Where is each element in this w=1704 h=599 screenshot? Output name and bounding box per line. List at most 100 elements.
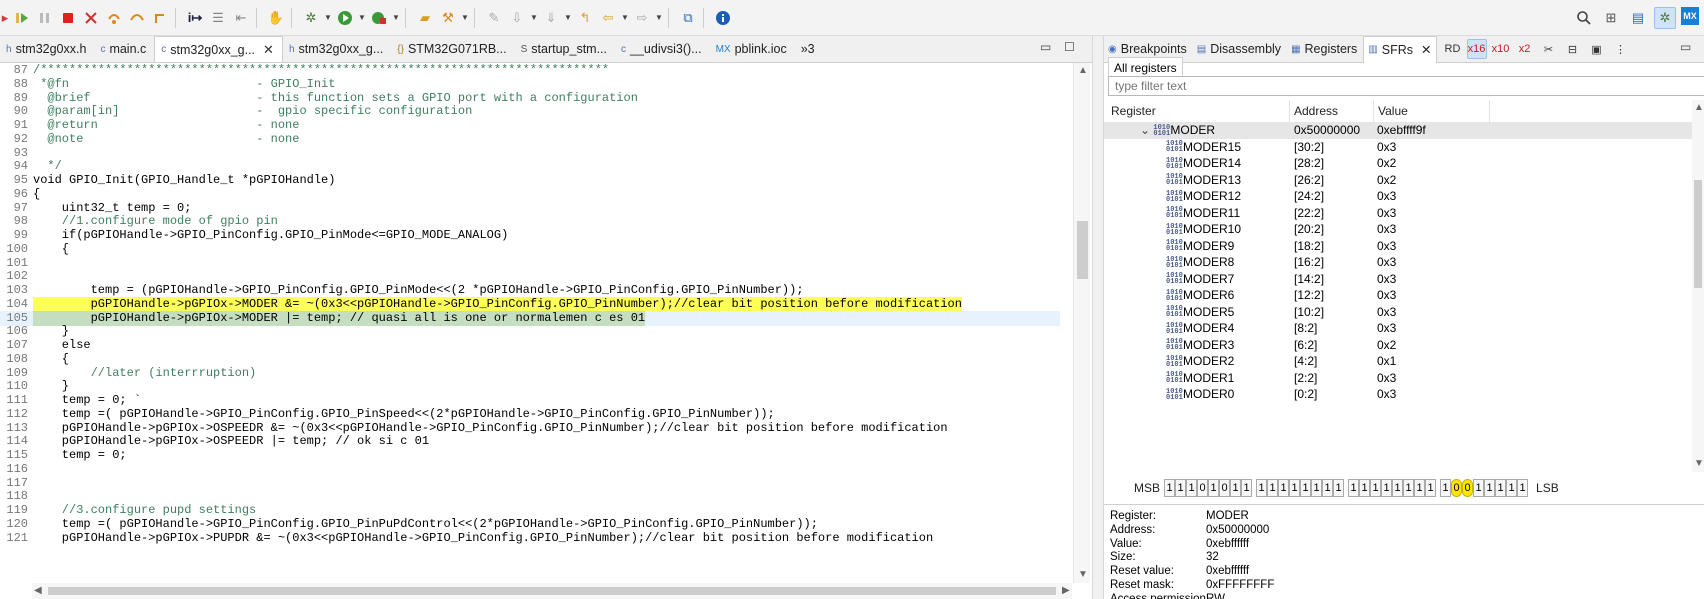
hex-format-button[interactable]: x16 xyxy=(1466,39,1487,59)
code-line[interactable]: 116 xyxy=(0,462,1060,477)
bit-cell[interactable]: 1 xyxy=(1440,479,1452,497)
chevron-down-icon[interactable]: ▼ xyxy=(391,7,401,29)
bit-cell[interactable]: 1 xyxy=(1484,479,1496,497)
editor-tab[interactable]: »3 xyxy=(795,36,823,62)
bit-cell[interactable]: 1 xyxy=(1381,479,1393,497)
terminate-icon[interactable] xyxy=(57,7,79,29)
bit-cell[interactable]: 1 xyxy=(1473,479,1485,497)
code-line[interactable]: 97 uint32_t temp = 0; xyxy=(0,201,1060,216)
code-line[interactable]: 105 pGPIOHandle->pGPIOx->MODER |= temp; … xyxy=(0,310,1060,326)
code-line[interactable]: 101 xyxy=(0,256,1060,271)
filter-input[interactable] xyxy=(1108,76,1704,96)
bitfield-row[interactable]: 1010 0101MODER13 [26:2] 0x2 xyxy=(1104,172,1692,189)
bitfield-row[interactable]: 1010 0101MODER1 [2:2] 0x3 xyxy=(1104,370,1692,387)
use-step-filters-icon[interactable]: ☰ xyxy=(207,7,229,29)
bit-cell[interactable]: 1 xyxy=(1300,479,1312,497)
scroll-thumb[interactable] xyxy=(1694,180,1702,288)
pen-icon[interactable]: ✎ xyxy=(483,7,505,29)
bit-cell[interactable]: 1 xyxy=(1370,479,1382,497)
bit-cell[interactable]: 1 xyxy=(1230,479,1242,497)
code-line[interactable]: 121 pGPIOHandle->pGPIOx->PUPDR &= ~(0x3<… xyxy=(0,531,1060,546)
chevron-down-icon[interactable]: ▼ xyxy=(529,7,539,29)
annotation-icon[interactable]: ⇩ xyxy=(506,7,528,29)
bitfield-row[interactable]: 1010 0101MODER14 [28:2] 0x2 xyxy=(1104,155,1692,172)
chevron-down-icon[interactable]: ▼ xyxy=(654,7,664,29)
bit-cell[interactable]: 1 xyxy=(1256,479,1268,497)
chevron-down-icon[interactable]: ▼ xyxy=(357,7,367,29)
bit-cell[interactable]: 1 xyxy=(1495,479,1507,497)
hand-icon[interactable]: ✋ xyxy=(265,7,287,29)
disconnect-icon[interactable] xyxy=(80,7,102,29)
bitfield-row[interactable]: 1010 0101MODER11 [22:2] 0x3 xyxy=(1104,205,1692,222)
save-icon[interactable]: ▣ xyxy=(1587,39,1607,59)
bit-cell[interactable]: 1 xyxy=(1186,479,1198,497)
code-line[interactable]: 103 temp = (pGPIOHandle->GPIO_PinConfig.… xyxy=(0,283,1060,298)
all-registers-tab[interactable]: All registers xyxy=(1108,57,1183,77)
column-header-value[interactable]: Value xyxy=(1374,100,1490,122)
last-edit-icon[interactable]: ↰ xyxy=(574,7,596,29)
column-header-register[interactable]: Register xyxy=(1104,100,1290,122)
scroll-up-arrow-icon[interactable]: ▲ xyxy=(1694,102,1704,113)
scroll-right-arrow-icon[interactable]: ▶ xyxy=(1062,585,1070,596)
bitfield-row[interactable]: 1010 0101MODER0 [0:2] 0x3 xyxy=(1104,386,1692,403)
scroll-up-arrow-icon[interactable]: ▲ xyxy=(1078,65,1088,76)
mx-perspective-icon[interactable]: MX xyxy=(1681,7,1699,25)
step-over-icon[interactable] xyxy=(126,7,148,29)
code-line[interactable]: 106 } xyxy=(0,324,1060,339)
code-line[interactable]: 93 xyxy=(0,146,1060,161)
bitfield-row[interactable]: 1010 0101MODER5 [10:2] 0x3 xyxy=(1104,304,1692,321)
bit-cell[interactable]: 0 xyxy=(1451,479,1463,497)
bit-cell[interactable]: 1 xyxy=(1289,479,1301,497)
bit-cell[interactable]: 1 xyxy=(1414,479,1426,497)
code-line[interactable]: 94 */ xyxy=(0,159,1060,174)
debug-perspective-icon[interactable]: ✲ xyxy=(1654,7,1676,29)
bit-cell[interactable]: 1 xyxy=(1425,479,1437,497)
wrench-icon[interactable]: ⚒ xyxy=(437,7,459,29)
editor-tab[interactable]: h stm32g0xx_g... xyxy=(283,36,391,62)
external-tools-icon[interactable] xyxy=(368,7,390,29)
next-annotation-icon[interactable]: ⇓ xyxy=(540,7,562,29)
code-line[interactable]: 112 temp =( pGPIOHandle->GPIO_PinConfig.… xyxy=(0,407,1060,422)
bitfield-row[interactable]: 1010 0101MODER12 [24:2] 0x3 xyxy=(1104,188,1692,205)
code-line[interactable]: 96 { xyxy=(0,187,1060,202)
info-icon[interactable] xyxy=(712,7,734,29)
view-tab[interactable]: ▤ Disassembly xyxy=(1193,42,1285,56)
code-line[interactable]: 119 //3.configure pupd settings xyxy=(0,503,1060,518)
code-line[interactable]: 111 temp = 0; ` xyxy=(0,393,1060,408)
bit-cell[interactable]: 1 xyxy=(1517,479,1529,497)
drop-to-frame-icon[interactable]: ⇤ xyxy=(230,7,252,29)
panel-divider[interactable] xyxy=(1092,36,1104,599)
rd-button[interactable]: RD xyxy=(1443,39,1463,59)
open-perspective-icon[interactable]: ⊞ xyxy=(1600,7,1622,29)
bit-cell[interactable]: 1 xyxy=(1403,479,1415,497)
run-icon[interactable] xyxy=(334,7,356,29)
bit-cell[interactable]: 1 xyxy=(1175,479,1187,497)
editor-horizontal-scrollbar[interactable]: ◀ ▶ xyxy=(32,583,1072,599)
bit-cell[interactable]: 1 xyxy=(1359,479,1371,497)
debug-run-icon[interactable]: ▸ xyxy=(0,7,10,29)
decimal-format-button[interactable]: x10 xyxy=(1491,39,1511,59)
code-line[interactable]: 109 //later (interrruption) xyxy=(0,366,1060,381)
collapse-icon[interactable]: ⊟ xyxy=(1563,39,1583,59)
bit-cell[interactable]: 1 xyxy=(1278,479,1290,497)
close-icon[interactable]: ✕ xyxy=(263,42,274,58)
resume-icon[interactable] xyxy=(11,7,33,29)
code-line[interactable]: 117 xyxy=(0,476,1060,491)
editor-tab[interactable]: MX pblink.ioc xyxy=(710,36,795,62)
register-row[interactable]: ⌄ 1010 0101MODER 0x50000000 0xebffff9f xyxy=(1104,122,1692,139)
scroll-down-arrow-icon[interactable]: ▼ xyxy=(1078,569,1088,580)
code-line[interactable]: 87 /*************************************… xyxy=(0,63,1060,78)
bit-cell[interactable]: 1 xyxy=(1348,479,1360,497)
editor-vertical-scrollbar[interactable]: ▲ ▼ xyxy=(1073,63,1090,583)
view-tab[interactable]: ▦ Registers xyxy=(1287,42,1361,56)
code-line[interactable]: 115 temp = 0; xyxy=(0,448,1060,463)
code-line[interactable]: 88 *@fn - GPIO_Init xyxy=(0,77,1060,92)
maximize-icon[interactable]: ☐ xyxy=(1064,40,1075,54)
open-folder-icon[interactable]: ▰ xyxy=(414,7,436,29)
bit-cell[interactable]: 1 xyxy=(1322,479,1334,497)
bitfield-row[interactable]: 1010 0101MODER2 [4:2] 0x1 xyxy=(1104,353,1692,370)
register-vertical-scrollbar[interactable]: ▲ ▼ xyxy=(1692,100,1704,472)
code-line[interactable]: 110 } xyxy=(0,379,1060,394)
code-line[interactable]: 114 pGPIOHandle->pGPIOx->OSPEEDR |= temp… xyxy=(0,434,1060,449)
close-icon[interactable]: ✕ xyxy=(1421,42,1431,57)
